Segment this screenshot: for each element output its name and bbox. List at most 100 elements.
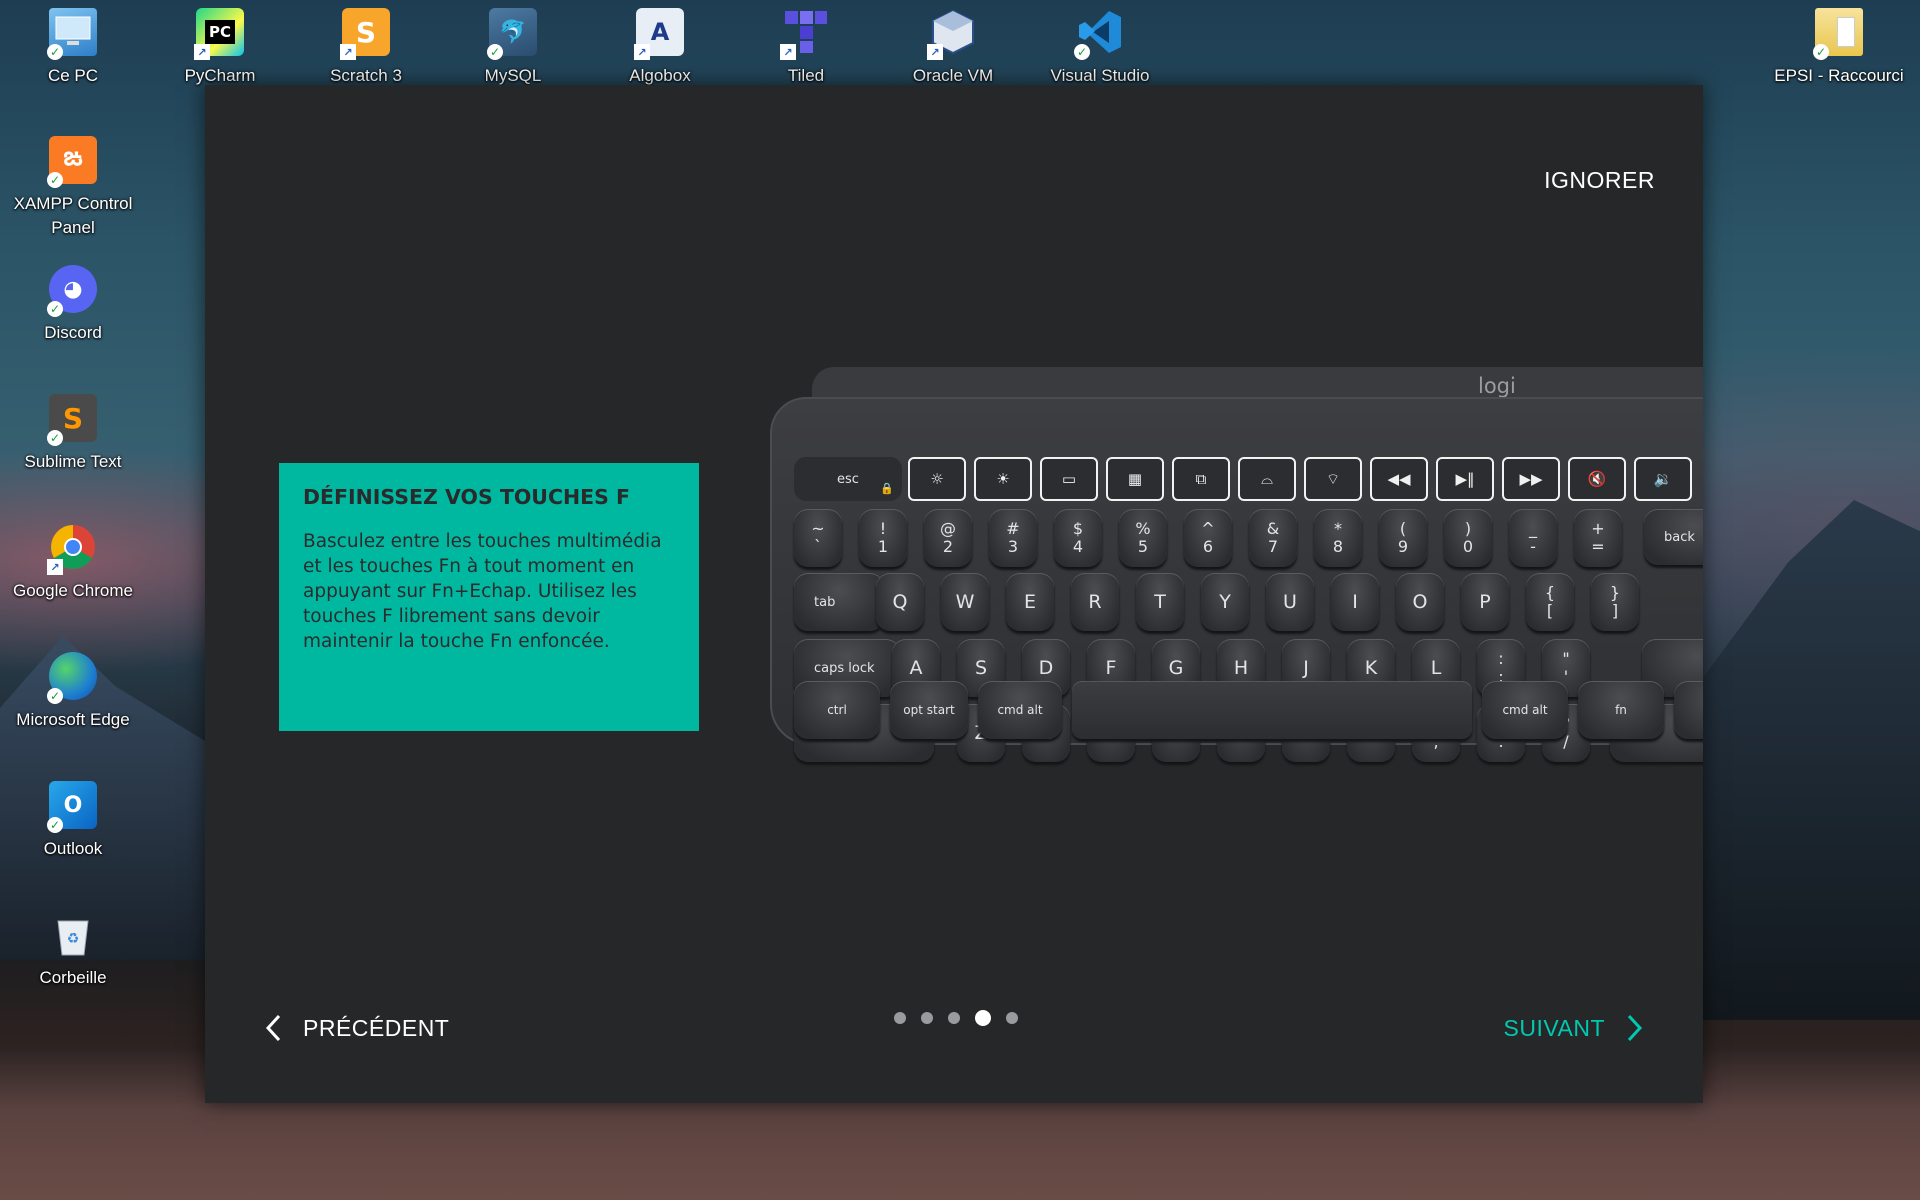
chrome-icon: ↗ [47, 523, 97, 575]
key-forward-icon: ▶▶ [1502, 457, 1560, 501]
previous-label: PRÉCÉDENT [303, 1014, 450, 1041]
key-y: Y [1201, 573, 1249, 631]
keyboard-logo: logi [1478, 374, 1516, 398]
key-q: Q [876, 573, 924, 631]
desktop-icon-corbeille[interactable]: ♻ Corbeille [0, 910, 146, 990]
outlook-icon: O ✓ [47, 781, 97, 833]
onboarding-dialog: IGNORER DÉFINISSEZ VOS TOUCHES F Bascule… [205, 85, 1703, 1103]
edge-icon: ✓ [47, 652, 97, 704]
key-r: R [1071, 573, 1119, 631]
key-fn: fn [1578, 681, 1664, 739]
desktop-icon-tiled[interactable]: ↗ Tiled [733, 8, 879, 88]
pycharm-icon: PC ↗ [194, 8, 244, 60]
key-t: T [1136, 573, 1184, 631]
page-dot[interactable] [921, 1012, 933, 1024]
desktop-icon-mysql[interactable]: 🐬 ✓ MySQL [440, 8, 586, 88]
desktop-icon-xampp[interactable]: ఙ ✓ XAMPP Control Panel [0, 136, 146, 240]
desktop-icon-outlook[interactable]: O ✓ Outlook [0, 781, 146, 861]
desktop-icon-google-chrome[interactable]: ↗ Google Chrome [0, 523, 146, 603]
card-title: DÉFINISSEZ VOS TOUCHES F [303, 485, 631, 509]
desktop-icon-algobox[interactable]: A ↗ Algobox [587, 8, 733, 88]
desktop-icon-ce-pc[interactable]: ✓ Ce PC [0, 8, 146, 88]
key-p: P [1461, 573, 1509, 631]
next-button[interactable]: SUIVANT [1504, 1013, 1645, 1043]
key-cmd-alt-right: cmd alt [1482, 681, 1568, 739]
key-w: W [941, 573, 989, 631]
key-u: U [1266, 573, 1314, 631]
key-esc: esc 🔒 [794, 457, 902, 501]
desktop-icon-scratch[interactable]: S ↗ Scratch 3 [293, 8, 439, 88]
key-number-10: ) 0 [1444, 509, 1492, 567]
key-bracket-1: }] [1591, 573, 1639, 631]
desktop-icon-pycharm[interactable]: PC ↗ PyCharm [147, 8, 293, 88]
key-number-2: @2 [924, 509, 972, 567]
mysql-icon: 🐬 ✓ [487, 8, 537, 60]
desktop-icon-discord[interactable]: ◕ ✓ Discord [0, 265, 146, 345]
desktop-icon-epsi[interactable]: ✓ EPSI - Raccourci [1764, 8, 1914, 88]
page-dot[interactable] [975, 1010, 991, 1026]
key-backspace: back [1644, 509, 1703, 565]
discord-icon: ◕ ✓ [47, 265, 97, 317]
key-number-9: (9 [1379, 509, 1427, 567]
key-number-4: $4 [1054, 509, 1102, 567]
key-app-switch-icon: ▦ [1106, 457, 1164, 501]
key-number-1: ! 1 [859, 509, 907, 567]
key-play-pause-icon: ▶‖ [1436, 457, 1494, 501]
key-tab: tab [794, 573, 884, 631]
key-i: I [1331, 573, 1379, 631]
chevron-left-icon [265, 1014, 281, 1042]
info-card: DÉFINISSEZ VOS TOUCHES F Basculez entre … [279, 463, 699, 731]
wallpaper-mountain-right [1700, 500, 1920, 1020]
card-body: Basculez entre les touches multimédia et… [303, 531, 662, 652]
key-screenshot-icon: ⧉ [1172, 457, 1230, 501]
tiled-icon: ↗ [780, 8, 830, 60]
page-dot[interactable] [948, 1012, 960, 1024]
key-number-5: % 5 [1119, 509, 1167, 567]
page-dot[interactable] [894, 1012, 906, 1024]
desktop-icon-oracle-vm[interactable]: ↗ Oracle VM [880, 8, 1026, 88]
page-indicator [894, 1010, 1018, 1026]
key-o: O [1396, 573, 1444, 631]
key-space [1072, 681, 1472, 739]
desktop-icon-visual-studio[interactable]: ✓ Visual Studio [1027, 8, 1173, 88]
chevron-right-icon [1627, 1014, 1643, 1042]
scratch-icon: S ↗ [340, 8, 390, 60]
keyboard-illustration: logi esc 🔒 ☼ ☀ ▭ ▦ ⧉ ⌓ ⌔ ◀◀ ▶‖ ▶▶ 🔇 🔉 bac… [770, 367, 1703, 767]
key-opt-right: opt [1674, 681, 1703, 739]
xampp-icon: ఙ ✓ [47, 136, 97, 188]
desktop-icon-microsoft-edge[interactable]: ✓ Microsoft Edge [0, 652, 146, 732]
key-brightness-down-icon: ☼ [908, 457, 966, 501]
key-task-view-icon: ▭ [1040, 457, 1098, 501]
key-number-12: + = [1574, 509, 1622, 567]
key-number-8: * 8 [1314, 509, 1362, 567]
page-dot[interactable] [1006, 1012, 1018, 1024]
key-mute-icon: 🔇 [1568, 457, 1626, 501]
key-e: E [1006, 573, 1054, 631]
visual-studio-icon: ✓ [1074, 8, 1124, 60]
skip-button[interactable]: IGNORER [1544, 167, 1655, 194]
key-number-6: ^ 6 [1184, 509, 1232, 567]
previous-button[interactable]: PRÉCÉDENT [263, 1013, 449, 1043]
algobox-icon: A ↗ [634, 8, 684, 60]
svg-text:♻: ♻ [67, 931, 80, 947]
next-label: SUIVANT [1503, 1014, 1605, 1041]
recycle-bin-icon: ♻ [49, 910, 97, 958]
key-backlight-down-icon: ⌓ [1238, 457, 1296, 501]
folder-icon: ✓ [1813, 8, 1863, 60]
key-ctrl: ctrl [794, 681, 880, 739]
key-cmd-alt: cmd alt [978, 681, 1062, 739]
sublime-text-icon: S ✓ [47, 394, 97, 446]
key-number-7: & 7 [1249, 509, 1297, 567]
key-opt-start: opt start [890, 681, 968, 739]
key-rewind-icon: ◀◀ [1370, 457, 1428, 501]
key-volume-down-icon: 🔉 [1634, 457, 1692, 501]
key-bracket-0: {[ [1526, 573, 1574, 631]
key-brightness-up-icon: ☀ [974, 457, 1032, 501]
key-backlight-up-icon: ⌔ [1304, 457, 1362, 501]
key-number-11: _ - [1509, 509, 1557, 567]
key-number-3: #3 [989, 509, 1037, 567]
virtualbox-icon: ↗ [927, 8, 977, 60]
desktop-icon-sublime-text[interactable]: S ✓ Sublime Text [0, 394, 146, 474]
key-number-0: ~ ` [794, 509, 842, 567]
keyboard-body: esc 🔒 ☼ ☀ ▭ ▦ ⧉ ⌓ ⌔ ◀◀ ▶‖ ▶▶ 🔇 🔉 back tab… [770, 397, 1703, 762]
